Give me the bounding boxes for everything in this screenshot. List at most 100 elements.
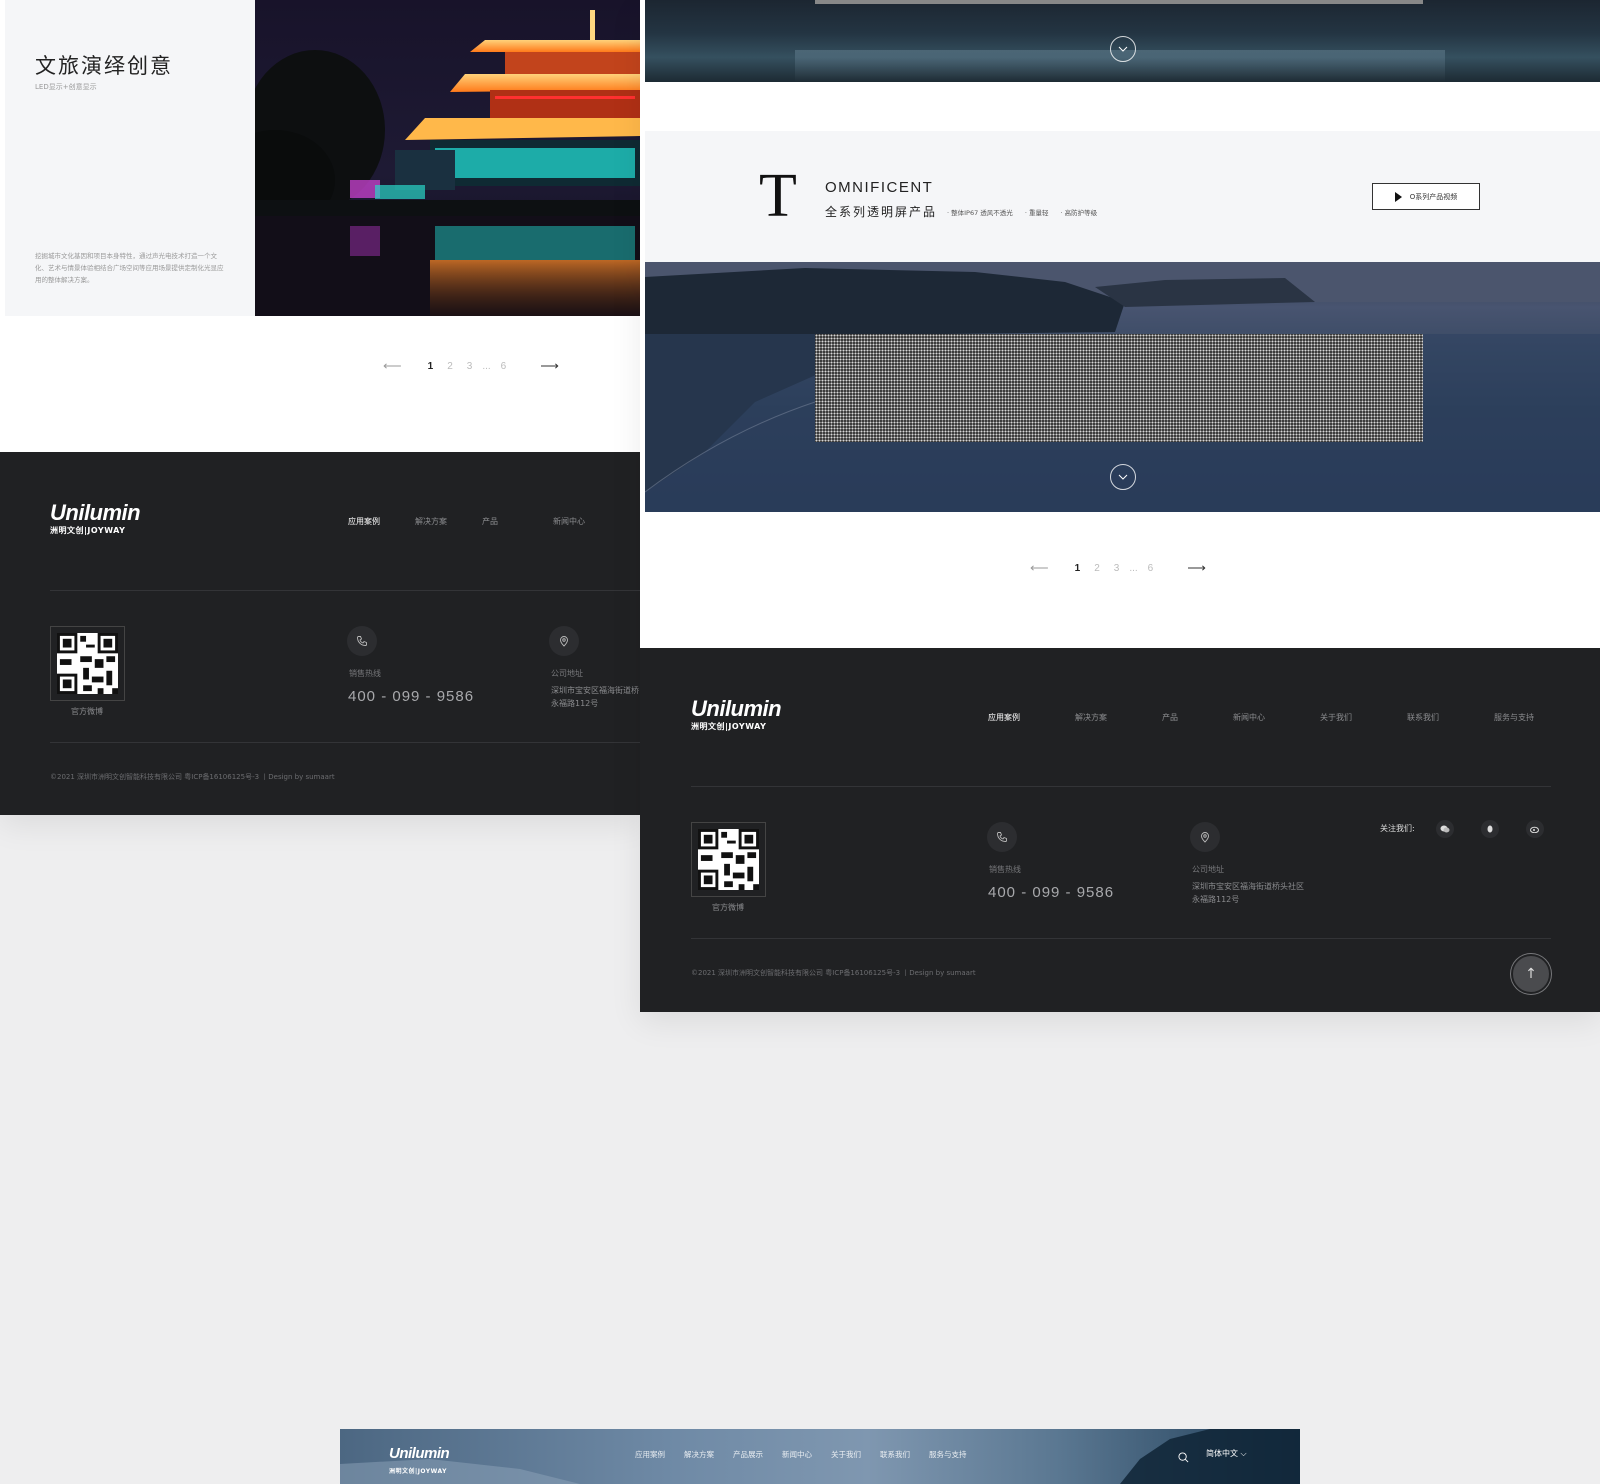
scroll-down-button[interactable] <box>1110 36 1136 62</box>
copyright-text: ©2021 深圳市洲明文创智能科技有限公司 粤ICP备16106125号-3 丨… <box>50 773 335 781</box>
logo-wordmark: Unilumin <box>389 1445 450 1462</box>
footer-nav-cases[interactable]: 应用案例 <box>988 712 1020 723</box>
footer-nav-products[interactable]: 产品 <box>1162 712 1178 723</box>
follow-us-label: 关注我们: <box>1380 824 1415 833</box>
led-panel-edge <box>815 0 1423 4</box>
footer-nav-solutions[interactable]: 解决方案 <box>415 516 447 527</box>
left-footer: Unilumin 洲明文创|JOYWAY 应用案例 解决方案 产品 新闻中心 官… <box>0 452 640 815</box>
page-ellipsis: ... <box>482 360 491 372</box>
qq-icon[interactable] <box>1481 820 1499 838</box>
footer-divider-bottom <box>50 742 640 743</box>
series-features: · 整体IP67 透风不透光 · 重量轻 · 高防护等级 <box>947 207 1109 217</box>
video-button-label: O系列产品视频 <box>1409 192 1458 201</box>
location-icon <box>1190 822 1220 852</box>
prev-page-arrow[interactable]: ⟵ <box>1030 560 1049 576</box>
pagoda-night-image[interactable] <box>255 0 640 316</box>
address-label: 公司地址 <box>551 669 583 678</box>
footer-nav-cases[interactable]: 应用案例 <box>348 516 380 527</box>
nav-products[interactable]: 产品展示 <box>733 1449 763 1460</box>
logo-wordmark: Unilumin <box>691 696 782 721</box>
nav-news[interactable]: 新闻中心 <box>782 1449 812 1460</box>
case-title: 文旅演绎创意 <box>35 54 173 78</box>
next-page-arrow[interactable]: ⟶ <box>1187 560 1206 576</box>
nav-contact[interactable]: 联系我们 <box>880 1449 910 1460</box>
next-page-arrow[interactable]: ⟶ <box>540 358 559 374</box>
footer-nav-solutions[interactable]: 解决方案 <box>1075 712 1107 723</box>
qr-code-graphic <box>698 829 759 890</box>
search-icon[interactable] <box>1178 1448 1189 1467</box>
chevron-down-icon <box>1118 46 1128 52</box>
footer-nav-about[interactable]: 关于我们 <box>1320 712 1352 723</box>
play-icon <box>1394 191 1402 202</box>
scroll-down-button[interactable] <box>1110 464 1136 490</box>
right-page-screenshot: T OMNIFICENT 全系列透明屏产品 · 整体IP67 透风不透光 · 重… <box>640 0 1600 1012</box>
page-3[interactable]: 3 <box>1114 563 1120 574</box>
footer-logo[interactable]: Unilumin 洲明文创|JOYWAY <box>691 696 782 732</box>
language-selector[interactable]: 简体中文 ⌵ <box>1206 1448 1247 1459</box>
weibo-icon[interactable] <box>1526 820 1544 838</box>
feature-item: · 整体IP67 透风不透光 <box>947 209 1013 217</box>
qr-label: 官方微博 <box>712 903 744 912</box>
nav-cases[interactable]: 应用案例 <box>635 1449 665 1460</box>
footer-nav: 应用案例 解决方案 产品 新闻中心 <box>348 516 585 527</box>
case-subtitle: LED显示+创意显示 <box>35 83 97 91</box>
chevron-down-icon <box>1118 474 1128 480</box>
footer-nav-news[interactable]: 新闻中心 <box>553 516 585 527</box>
page-6[interactable]: 6 <box>1148 563 1154 574</box>
transparent-led-screen <box>815 334 1423 442</box>
footer-nav-contact[interactable]: 联系我们 <box>1407 712 1439 723</box>
hotline-label: 销售热线 <box>349 669 381 678</box>
footer-divider <box>50 590 640 591</box>
page-ellipsis: ... <box>1129 562 1138 574</box>
nav-about[interactable]: 关于我们 <box>831 1449 861 1460</box>
copyright-text: ©2021 深圳市洲明文创智能科技有限公司 粤ICP备16106125号-3 丨… <box>691 969 976 977</box>
logo-subtitle: 洲明文创|JOYWAY <box>50 526 126 535</box>
prev-page-arrow[interactable]: ⟵ <box>383 358 402 374</box>
page-2[interactable]: 2 <box>1094 563 1100 574</box>
address-label: 公司地址 <box>1192 865 1224 874</box>
address-line-1: 深圳市宝安区福海街道桥头社区 <box>1192 882 1304 891</box>
series-letter: T <box>759 162 797 230</box>
hero-header-preview: Unilumin 洲明文创|JOYWAY 应用案例 解决方案 产品展示 新闻中心… <box>340 1429 1300 1484</box>
header-nav: 应用案例 解决方案 产品展示 新闻中心 关于我们 联系我们 服务与支持 <box>635 1449 986 1460</box>
location-icon <box>549 626 579 656</box>
header-logo[interactable]: Unilumin 洲明文创|JOYWAY <box>389 1443 450 1475</box>
logo-wordmark: Unilumin <box>50 500 141 525</box>
address-line-2: 永福路112号 <box>1192 895 1240 904</box>
footer-nav-products[interactable]: 产品 <box>482 516 498 527</box>
cliff-sea-image <box>645 262 1600 512</box>
address-text: 深圳市宝安区福海街道桥 永福路112号 <box>551 684 639 710</box>
lake-banner-image <box>645 0 1600 82</box>
address-line-2: 永福路112号 <box>551 699 599 708</box>
wechat-icon[interactable] <box>1436 820 1454 838</box>
arrow-up-icon: ↑ <box>1525 966 1537 982</box>
page-1[interactable]: 1 <box>428 361 434 372</box>
address-line-1: 深圳市宝安区福海街道桥 <box>551 686 639 695</box>
hotline-label: 销售热线 <box>989 865 1021 874</box>
product-series-header: T OMNIFICENT 全系列透明屏产品 · 整体IP67 透风不透光 · 重… <box>645 131 1600 262</box>
nav-support[interactable]: 服务与支持 <box>929 1449 967 1460</box>
footer-logo[interactable]: Unilumin 洲明文创|JOYWAY <box>50 500 141 536</box>
page-6[interactable]: 6 <box>501 361 507 372</box>
address-text: 深圳市宝安区福海街道桥头社区 永福路112号 <box>1192 880 1304 906</box>
qr-code <box>50 626 125 701</box>
feature-item: · 高防护等级 <box>1060 209 1098 217</box>
case-card[interactable]: 文旅演绎创意 LED显示+创意显示 挖掘城市文化基因和项目本身特性，通过声光电技… <box>5 0 255 316</box>
phone-icon <box>347 626 377 656</box>
footer-nav-news[interactable]: 新闻中心 <box>1233 712 1265 723</box>
footer-nav-support[interactable]: 服务与支持 <box>1494 712 1534 723</box>
logo-subtitle: 洲明文创|JOYWAY <box>691 722 767 731</box>
qr-label: 官方微博 <box>71 707 103 716</box>
footer-divider-bottom <box>691 938 1551 939</box>
hotline-number: 400 - 099 - 9586 <box>348 688 475 705</box>
page-1[interactable]: 1 <box>1075 563 1081 574</box>
back-to-top-button[interactable]: ↑ <box>1511 954 1551 994</box>
product-video-button[interactable]: O系列产品视频 <box>1372 183 1480 210</box>
page-2[interactable]: 2 <box>447 361 453 372</box>
nav-solutions[interactable]: 解决方案 <box>684 1449 714 1460</box>
series-name-cn: 全系列透明屏产品 <box>825 205 938 219</box>
footer-nav: 应用案例 解决方案 产品 新闻中心 关于我们 联系我们 服务与支持 <box>988 712 1534 723</box>
page-3[interactable]: 3 <box>467 361 473 372</box>
phone-icon <box>987 822 1017 852</box>
hotline-number: 400 - 099 - 9586 <box>988 884 1115 901</box>
